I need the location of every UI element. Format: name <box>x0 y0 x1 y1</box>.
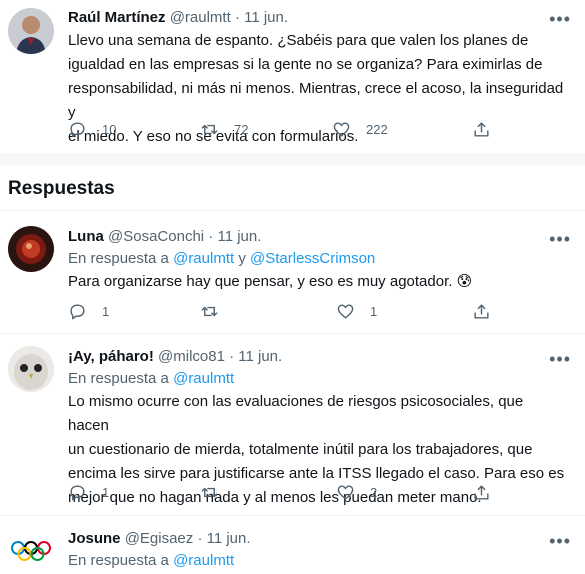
reply-count: 10 <box>102 122 117 137</box>
olympic-rings-icon <box>8 528 54 574</box>
reply-icon <box>70 122 85 138</box>
retweet-icon <box>201 487 218 498</box>
reply-button[interactable]: 1 <box>68 302 109 321</box>
like-count: 1 <box>370 304 378 319</box>
tweet-header: Raúl Martínez @raulmtt · 11 jun. <box>68 8 288 28</box>
mention-link[interactable]: @raulmtt <box>173 250 234 267</box>
more-options-icon[interactable]: ••• <box>549 10 571 28</box>
retweet-count: 72 <box>234 122 249 137</box>
mention-link[interactable]: @raulmtt <box>173 370 234 387</box>
tweet-text-line: Llevo una semana de espanto. ¿Sabéis par… <box>68 32 529 49</box>
like-icon <box>337 485 354 500</box>
mention-link[interactable]: @raulmtt <box>173 552 234 569</box>
divider <box>0 210 585 211</box>
retweet-button[interactable]: 72 <box>200 120 248 139</box>
tweet-date[interactable]: · 11 jun. <box>235 9 288 26</box>
like-button[interactable]: 2 <box>336 483 377 502</box>
reply-count: 1 <box>102 485 110 500</box>
more-options-icon[interactable]: ••• <box>549 230 571 248</box>
reply-context: En respuesta a @raulmtt <box>68 369 234 389</box>
reply-context-label: En respuesta a <box>68 552 174 569</box>
like-button[interactable]: 222 <box>332 120 388 139</box>
retweet-icon <box>201 306 218 317</box>
reply-button[interactable]: 1 <box>68 483 109 502</box>
avatar-image <box>8 8 54 54</box>
tweet-date[interactable]: · 11 jun. <box>229 348 282 365</box>
reply-context-label: En respuesta a <box>68 370 174 387</box>
share-icon <box>474 485 489 500</box>
share-icon <box>474 304 489 319</box>
author-handle[interactable]: @SosaConchi <box>108 228 204 245</box>
retweet-button[interactable] <box>200 302 219 321</box>
like-icon <box>333 122 350 137</box>
reply-context-label: En respuesta a <box>68 250 174 267</box>
tweet-actions: 10 72 222 <box>68 120 498 142</box>
divider <box>0 515 585 516</box>
share-button[interactable] <box>472 302 491 321</box>
author-name[interactable]: Raúl Martínez <box>68 9 166 26</box>
section-divider <box>0 153 585 165</box>
tweet-date[interactable]: · 11 jun. <box>197 530 250 547</box>
avatar[interactable] <box>8 8 54 54</box>
avatar-image <box>8 226 54 272</box>
author-name[interactable]: Josune <box>68 530 121 547</box>
tweet-header: Luna @SosaConchi · 11 jun. <box>68 227 261 247</box>
more-options-icon[interactable]: ••• <box>549 350 571 368</box>
author-handle[interactable]: @raulmtt <box>170 9 231 26</box>
reply-count: 1 <box>102 304 110 319</box>
tweet-actions: 1 1 <box>68 302 498 324</box>
tweet-date[interactable]: · 11 jun. <box>208 228 261 245</box>
share-icon <box>474 122 489 137</box>
author-handle[interactable]: @milco81 <box>158 348 225 365</box>
share-button[interactable] <box>472 483 491 502</box>
section-title: Respuestas <box>8 178 115 199</box>
tweet-actions: 1 2 <box>68 483 498 505</box>
author-handle[interactable]: @Egisaez <box>125 530 194 547</box>
tweet-text: Para organizarse hay que pensar, y eso e… <box>68 270 568 294</box>
tweet-text-line: Lo mismo ocurre con las evaluaciones de … <box>68 393 524 434</box>
like-count: 2 <box>370 485 378 500</box>
author-name[interactable]: Luna <box>68 228 104 245</box>
tweet-header: ¡Ay, páharo! @milco81 · 11 jun. <box>68 347 282 367</box>
avatar[interactable] <box>8 346 54 392</box>
author-name[interactable]: ¡Ay, páharo! <box>68 348 154 365</box>
avatar[interactable] <box>8 528 54 574</box>
like-button[interactable]: 1 <box>336 302 377 321</box>
share-button[interactable] <box>472 120 491 139</box>
reply-context-joiner: y <box>234 250 250 267</box>
avatar-image <box>8 346 54 392</box>
tweet-text-line: un cuestionario de mierda, totalmente in… <box>68 441 533 458</box>
more-options-icon[interactable]: ••• <box>549 532 571 550</box>
divider <box>0 333 585 334</box>
like-icon <box>337 304 354 319</box>
reply-context: En respuesta a @raulmtt y @StarlessCrims… <box>68 249 375 269</box>
reply-context: En respuesta a @raulmtt <box>68 551 234 571</box>
retweet-button[interactable] <box>200 483 219 502</box>
reply-button[interactable]: 10 <box>68 120 116 139</box>
reply-icon <box>70 485 85 501</box>
reply-icon <box>70 304 85 320</box>
tweet-header: Josune @Egisaez · 11 jun. <box>68 529 251 549</box>
tweet-text-line: igualdad en las empresas si la gente no … <box>68 56 543 73</box>
mention-link[interactable]: @StarlessCrimson <box>250 250 375 267</box>
tweet-text-line: Para organizarse hay que pensar, y eso e… <box>68 273 473 290</box>
like-count: 222 <box>366 122 388 137</box>
retweet-icon <box>201 124 218 135</box>
avatar[interactable] <box>8 226 54 272</box>
tweet-text-line: responsabilidad, ni más ni menos. Mientr… <box>68 80 564 121</box>
